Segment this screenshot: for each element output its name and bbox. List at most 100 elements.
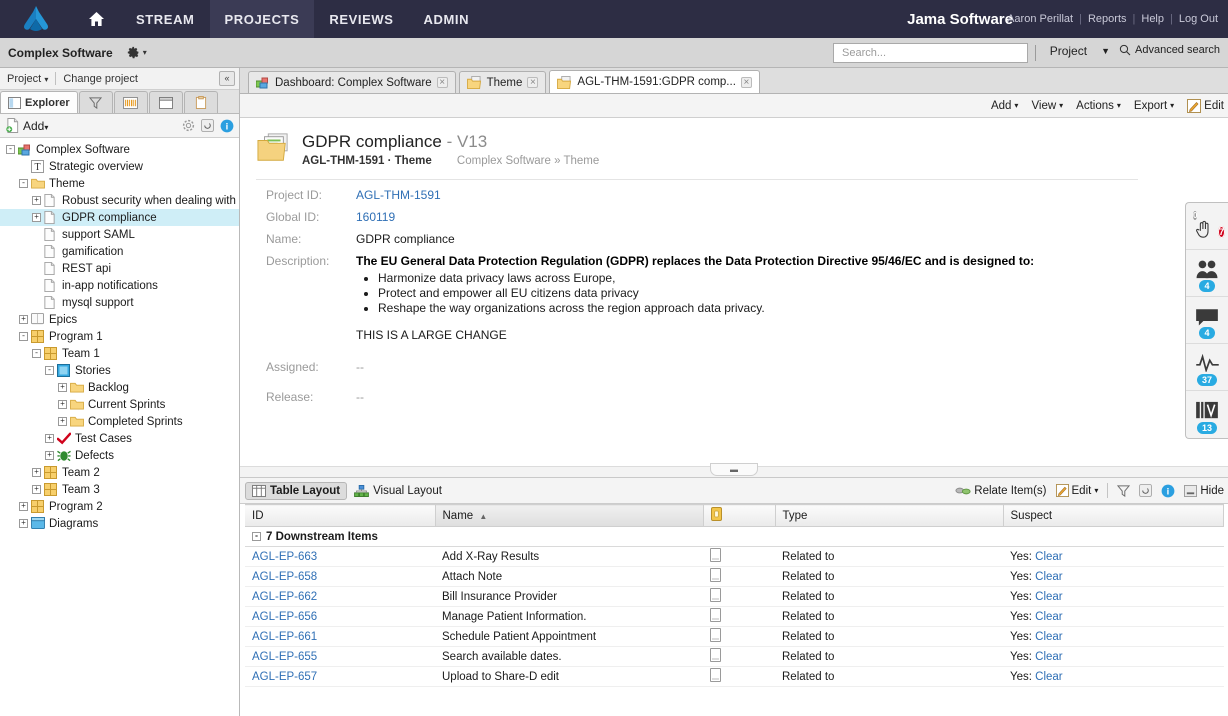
item-id-link[interactable]: AGL-EP-655: [252, 651, 317, 663]
splitter-grip-icon[interactable]: ▬: [710, 463, 758, 476]
document-tab-1[interactable]: Theme×: [459, 71, 547, 93]
actions-menu-button[interactable]: Actions▾: [1076, 100, 1121, 112]
nav-item-home[interactable]: [72, 0, 121, 38]
tree-item-gdpr-compliance[interactable]: +GDPR compliance: [0, 209, 239, 226]
search-input[interactable]: [840, 46, 1027, 60]
project-menu-button[interactable]: Project ▾: [0, 73, 55, 85]
item-id-link[interactable]: AGL-EP-658: [252, 571, 317, 583]
clear-suspect-link[interactable]: Clear: [1035, 591, 1062, 603]
nav-item-projects[interactable]: PROJECTS: [210, 0, 315, 38]
help-icon[interactable]: i: [1161, 484, 1175, 498]
tab-explorer[interactable]: Explorer: [0, 91, 78, 113]
reports-link[interactable]: Reports: [1084, 13, 1131, 25]
table-row[interactable]: AGL-EP-661Schedule Patient AppointmentRe…: [245, 627, 1224, 647]
tree-item-theme[interactable]: -Theme: [0, 175, 239, 192]
project-id-link[interactable]: AGL-THM-1591: [356, 188, 441, 202]
rail-item-activity[interactable]: 37: [1186, 344, 1228, 391]
column-header-name[interactable]: Name ▲: [435, 505, 703, 527]
expand-toggle-icon[interactable]: +: [19, 502, 28, 511]
search-box[interactable]: [833, 43, 1028, 63]
item-id-link[interactable]: AGL-EP-663: [252, 551, 317, 563]
close-icon[interactable]: ×: [437, 77, 448, 88]
collapse-toggle-icon[interactable]: -: [19, 332, 28, 341]
table-row[interactable]: AGL-EP-658Attach NoteRelated toYes: Clea…: [245, 567, 1224, 587]
tree-item-backlog[interactable]: +Backlog: [0, 379, 239, 396]
tree-item-current-sprints[interactable]: +Current Sprints: [0, 396, 239, 413]
change-project-link[interactable]: Change project: [56, 73, 145, 85]
table-layout-button[interactable]: Table Layout: [245, 482, 347, 500]
nav-item-reviews[interactable]: REVIEWS: [314, 0, 408, 38]
add-menu-button[interactable]: Add▾: [991, 100, 1018, 112]
refresh-icon[interactable]: [201, 119, 214, 132]
tree-item-stories[interactable]: -Stories: [0, 362, 239, 379]
column-header-suspect[interactable]: Suspect: [1003, 505, 1224, 527]
document-tab-2[interactable]: AGL-THM-1591:GDPR comp...×: [549, 70, 759, 93]
tree-item-rest-api[interactable]: REST api: [0, 260, 239, 277]
expand-toggle-icon[interactable]: +: [45, 451, 54, 460]
item-id-link[interactable]: AGL-EP-656: [252, 611, 317, 623]
expand-toggle-icon[interactable]: +: [58, 417, 67, 426]
relate-items-button[interactable]: Relate Item(s): [955, 485, 1046, 497]
tree-item-diagrams[interactable]: +Diagrams: [0, 515, 239, 532]
tree-item-defects[interactable]: +Defects: [0, 447, 239, 464]
clear-suspect-link[interactable]: Clear: [1035, 571, 1062, 583]
project-tree[interactable]: -Complex SoftwareTStrategic overview-The…: [0, 138, 239, 716]
export-menu-button[interactable]: Export▾: [1134, 100, 1174, 112]
close-icon[interactable]: ×: [527, 77, 538, 88]
tree-item-robust-security-when-dealing-with-pa[interactable]: +Robust security when dealing with pa: [0, 192, 239, 209]
expand-toggle-icon[interactable]: +: [19, 519, 28, 528]
collapse-toggle-icon[interactable]: -: [6, 145, 15, 154]
refresh-icon[interactable]: [1139, 484, 1152, 497]
view-menu-button[interactable]: View▾: [1031, 100, 1063, 112]
table-row[interactable]: AGL-EP-663Add X-Ray ResultsRelated toYes…: [245, 547, 1224, 567]
item-id-link[interactable]: AGL-EP-661: [252, 631, 317, 643]
clear-suspect-link[interactable]: Clear: [1035, 671, 1062, 683]
expand-toggle-icon[interactable]: +: [32, 213, 41, 222]
collapse-toggle-icon[interactable]: -: [45, 366, 54, 375]
table-row[interactable]: AGL-EP-655Search available dates.Related…: [245, 647, 1224, 667]
filter-icon[interactable]: [1117, 485, 1130, 497]
edit-button[interactable]: Edit: [1187, 99, 1224, 113]
hide-panel-button[interactable]: Hide: [1184, 485, 1224, 497]
clear-suspect-link[interactable]: Clear: [1035, 631, 1062, 643]
rail-item-versions[interactable]: 13: [1186, 391, 1228, 438]
clear-suspect-link[interactable]: Clear: [1035, 651, 1062, 663]
table-group-row[interactable]: -7 Downstream Items: [245, 527, 1224, 547]
tab-window[interactable]: [149, 91, 183, 113]
jama-logo-icon[interactable]: [0, 0, 72, 38]
item-id-link[interactable]: AGL-EP-657: [252, 671, 317, 683]
collapse-toggle-icon[interactable]: -: [19, 179, 28, 188]
column-header-lock[interactable]: [703, 505, 775, 527]
logout-link[interactable]: Log Out: [1175, 13, 1222, 25]
tree-item-mysql-support[interactable]: mysql support: [0, 294, 239, 311]
expand-toggle-icon[interactable]: +: [45, 434, 54, 443]
tree-item-test-cases[interactable]: +Test Cases: [0, 430, 239, 447]
help-icon[interactable]: i: [220, 119, 234, 133]
expand-toggle-icon[interactable]: +: [32, 196, 41, 205]
tree-item-team-3[interactable]: +Team 3: [0, 481, 239, 498]
global-id-link[interactable]: 160119: [356, 210, 395, 224]
tab-barcode[interactable]: [114, 91, 148, 113]
tab-clipboard[interactable]: [184, 91, 218, 113]
pane-splitter[interactable]: ▬: [240, 466, 1228, 478]
expand-toggle-icon[interactable]: +: [19, 315, 28, 324]
expand-toggle-icon[interactable]: +: [32, 468, 41, 477]
tree-item-strategic-overview[interactable]: TStrategic overview: [0, 158, 239, 175]
collapse-toggle-icon[interactable]: -: [32, 349, 41, 358]
advanced-search-button[interactable]: Advanced search: [1119, 44, 1220, 56]
user-name-link[interactable]: Aaron Perillat: [1003, 13, 1077, 25]
tree-item-gamification[interactable]: gamification: [0, 243, 239, 260]
item-id-link[interactable]: AGL-EP-662: [252, 591, 317, 603]
tab-filters[interactable]: [79, 91, 113, 113]
expand-toggle-icon[interactable]: +: [32, 485, 41, 494]
downstream-edit-button[interactable]: Edit▾: [1056, 484, 1099, 497]
rail-item-suspect-links[interactable]: 0 7: [1186, 203, 1228, 250]
clear-suspect-link[interactable]: Clear: [1035, 551, 1062, 563]
collapse-panel-button[interactable]: «: [219, 71, 235, 86]
nav-item-stream[interactable]: STREAM: [121, 0, 210, 38]
tree-item-team-1[interactable]: -Team 1: [0, 345, 239, 362]
add-button[interactable]: Add▾: [23, 119, 48, 133]
column-header-id[interactable]: ID: [245, 505, 435, 527]
tree-item-epics[interactable]: +Epics: [0, 311, 239, 328]
rail-item-users[interactable]: 4: [1186, 250, 1228, 297]
